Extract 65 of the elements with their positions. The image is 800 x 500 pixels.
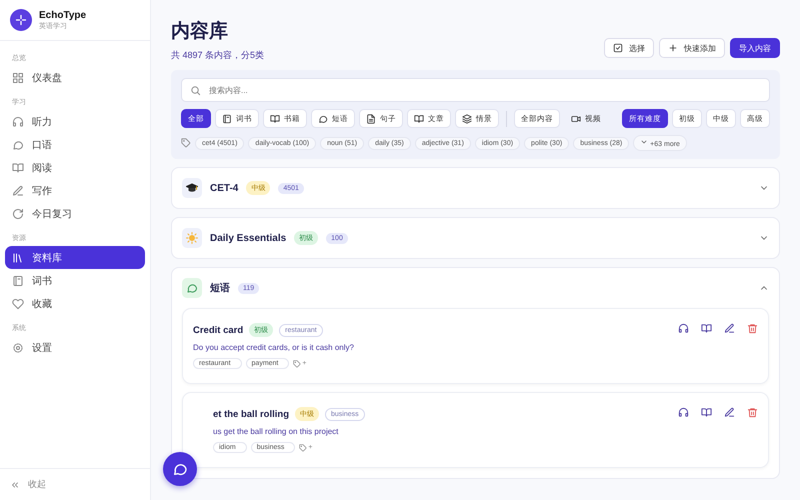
chat-bubble-icon <box>12 138 24 150</box>
sidebar-item[interactable]: 今日复习 <box>5 202 145 225</box>
trash-icon <box>747 407 758 418</box>
header-button[interactable]: 导入内容 <box>730 38 780 58</box>
tag-icon <box>181 138 191 148</box>
library-icon <box>12 252 24 264</box>
phrase-sentence: Do you accept credit cards, or is it cash only? <box>193 343 355 352</box>
sidebar-item[interactable]: 阅读 <box>5 156 145 179</box>
grid-icon <box>12 72 24 84</box>
sidebar-item[interactable]: 词书 <box>5 269 145 292</box>
headphones-icon <box>678 323 689 334</box>
sun-icon <box>182 228 202 248</box>
header-button[interactable]: 快速添加 <box>659 38 725 58</box>
video-icon <box>571 114 581 124</box>
collapse-button[interactable]: 收起 <box>0 468 150 500</box>
pen-icon <box>724 323 735 334</box>
sidebar-item[interactable]: 仪表盘 <box>5 66 145 89</box>
notebook-icon <box>12 274 24 286</box>
notebook-icon <box>222 114 232 124</box>
graduation-cap-icon <box>182 178 202 198</box>
layers-icon <box>462 114 472 124</box>
plus-icon <box>668 43 678 53</box>
search-icon <box>190 84 201 96</box>
sidebar-item[interactable]: 资料库 <box>5 246 145 269</box>
pen-icon <box>724 407 735 418</box>
sidebar-item[interactable]: 写作 <box>5 179 145 202</box>
open-book-icon <box>414 114 424 124</box>
search-input[interactable]: 搜索内容... <box>209 80 761 100</box>
phrase-title: et the ball rolling <box>213 408 290 420</box>
chat-bubble-icon <box>318 114 328 124</box>
open-book-icon <box>270 114 280 124</box>
document-icon <box>366 114 376 124</box>
app-logo-icon <box>10 9 32 31</box>
refresh-icon <box>12 208 24 220</box>
headphones-icon <box>12 116 24 128</box>
heart-icon <box>12 298 24 310</box>
headphones-icon <box>678 407 689 418</box>
phrase-title: Credit card <box>193 324 244 336</box>
sidebar-item[interactable]: 设置 <box>5 336 145 359</box>
app-name: EchoType <box>39 10 86 20</box>
sidebar-item[interactable]: 收藏 <box>5 292 145 315</box>
pen-icon <box>12 184 24 196</box>
section-title: 短语 <box>210 282 230 295</box>
chat-bubble-icon <box>172 461 188 477</box>
header-button[interactable]: 选择 <box>604 38 654 58</box>
chat-button[interactable] <box>163 452 197 486</box>
chat-bubble-icon <box>182 278 202 298</box>
section-title: Daily Essentials <box>210 232 286 244</box>
trash-icon <box>747 323 758 334</box>
section-title: CET-4 <box>210 182 238 194</box>
chevron-down-icon <box>640 138 648 146</box>
page-title: 内容库 <box>171 20 229 44</box>
open-book-icon <box>12 162 24 174</box>
phrase-sentence: us get the ball rolling on this project <box>213 427 340 436</box>
open-book-icon <box>701 323 712 334</box>
tag-icon <box>293 360 302 368</box>
page-subtitle: 共 4897 条内容，分5类 <box>171 49 264 62</box>
sidebar-item[interactable]: 听力 <box>5 110 145 133</box>
sidebar-item[interactable]: 口语 <box>5 133 145 156</box>
checkbox-icon <box>613 43 623 53</box>
search-field[interactable]: 搜索内容... <box>181 78 770 102</box>
double-chevron-left-icon <box>10 480 20 490</box>
tag-icon <box>299 444 308 452</box>
open-book-icon <box>701 407 712 418</box>
settings-icon <box>12 342 24 354</box>
